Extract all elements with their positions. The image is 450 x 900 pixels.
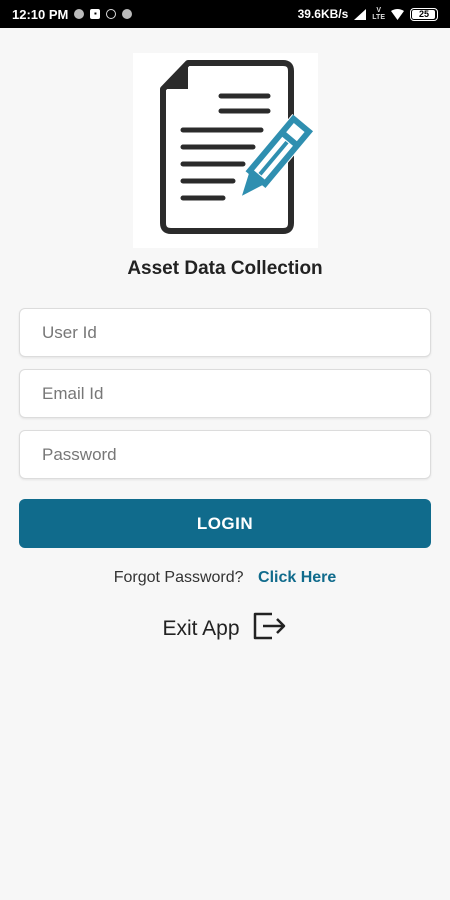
app-logo	[133, 53, 318, 248]
status-bar: 12:10 PM ▪ 39.6KB/s V LTE 25	[0, 0, 450, 28]
battery-icon: 25	[410, 7, 438, 21]
app-icon: ▪	[90, 9, 101, 19]
login-button[interactable]: LOGIN	[19, 499, 431, 548]
user-id-field-container	[19, 308, 431, 357]
password-input[interactable]	[20, 431, 430, 478]
email-input[interactable]	[20, 370, 430, 417]
app-title: Asset Data Collection	[127, 258, 323, 279]
volte-icon: V LTE	[372, 7, 385, 21]
email-field-container	[19, 369, 431, 418]
exit-app-button[interactable]: Exit App	[0, 611, 450, 647]
forgot-password-text: Forgot Password?	[113, 569, 244, 586]
status-time: 12:10 PM	[12, 6, 69, 22]
password-field-container	[19, 430, 431, 479]
signal-icon	[354, 8, 367, 20]
notification-dot-icon	[122, 9, 133, 19]
document-with-pencil-icon	[160, 60, 314, 234]
battery-level: 25	[418, 8, 429, 19]
notification-dot-icon	[74, 9, 85, 19]
forgot-password-row: Forgot Password? Click Here	[0, 569, 450, 587]
click-here-link[interactable]: Click Here	[258, 569, 336, 586]
user-id-input[interactable]	[20, 309, 430, 356]
wifi-icon	[391, 8, 404, 20]
network-speed: 39.6KB/s	[297, 7, 349, 21]
exit-app-label: Exit App	[162, 617, 240, 640]
exit-icon	[252, 611, 288, 647]
whatsapp-icon	[106, 9, 117, 19]
